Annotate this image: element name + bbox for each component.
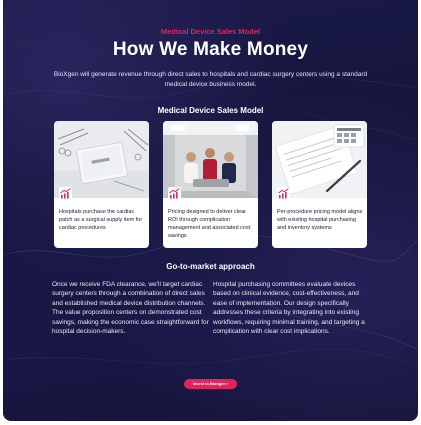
growth-chart-icon — [168, 187, 181, 200]
model-card: Hospitals purchase the cardiac patch as … — [54, 121, 149, 248]
model-card-text: Per-procedure pricing model aligns with … — [277, 209, 363, 231]
invest-button[interactable]: Invest in Bioxgen › — [184, 379, 237, 389]
gtm-left-paragraph: Once we receive FDA clearance, we'll tar… — [52, 281, 209, 336]
model-section-title: Medical Device Sales Model — [157, 106, 264, 115]
page-title: How We Make Money — [112, 39, 309, 60]
model-card: Pricing designed to deliver clear ROI th… — [163, 121, 258, 248]
growth-chart-icon — [277, 187, 290, 200]
gtm-right-paragraph: Hospital purchasing committees evaluate … — [213, 281, 365, 336]
growth-chart-icon — [59, 187, 72, 200]
eyebrow-label: Medical Device Sales Model — [160, 27, 261, 36]
gtm-section-title: Go-to-market approach — [166, 262, 255, 271]
model-card: Per-procedure pricing model aligns with … — [272, 121, 367, 248]
model-card-text: Pricing designed to deliver clear ROI th… — [168, 209, 251, 239]
hero-subtitle: BioXgen will generate revenue through di… — [53, 71, 368, 88]
model-card-text: Hospitals purchase the cardiac patch as … — [59, 209, 143, 231]
page-frame: Medical Device Sales Model How We Make M… — [3, 0, 418, 421]
